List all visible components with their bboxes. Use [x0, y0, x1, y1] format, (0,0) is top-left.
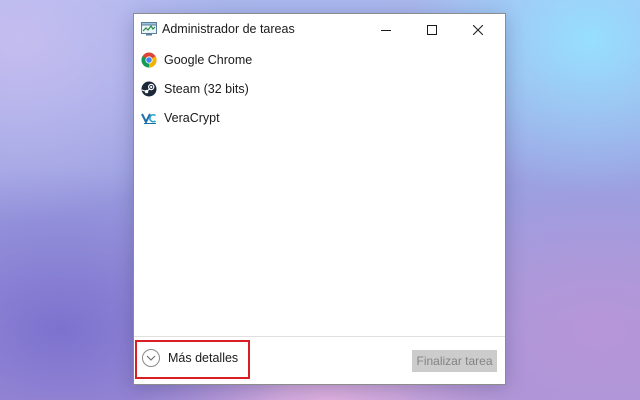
- minimize-button[interactable]: [363, 14, 409, 45]
- task-manager-window: Administrador de tareas Google Chrome St…: [133, 13, 506, 385]
- task-manager-icon: [141, 22, 157, 36]
- chrome-icon: [141, 52, 157, 68]
- desktop-background: Administrador de tareas Google Chrome St…: [0, 0, 640, 400]
- more-details-label: Más detalles: [168, 351, 239, 365]
- app-row-veracrypt[interactable]: VeraCrypt: [134, 103, 505, 132]
- minimize-icon: [381, 29, 391, 31]
- end-task-button[interactable]: Finalizar tarea: [412, 350, 497, 372]
- app-row-chrome[interactable]: Google Chrome: [134, 45, 505, 74]
- maximize-icon: [427, 24, 437, 35]
- app-label: VeraCrypt: [164, 110, 220, 125]
- window-title: Administrador de tareas: [162, 22, 295, 36]
- steam-icon: [141, 81, 157, 97]
- veracrypt-icon: [141, 110, 157, 126]
- close-button[interactable]: [455, 14, 501, 45]
- app-label: Steam (32 bits): [164, 81, 249, 96]
- maximize-button[interactable]: [409, 14, 455, 45]
- app-label: Google Chrome: [164, 52, 253, 67]
- footer-bar: Más detalles Finalizar tarea: [134, 336, 505, 384]
- app-row-steam[interactable]: Steam (32 bits): [134, 74, 505, 103]
- title-bar[interactable]: Administrador de tareas: [134, 14, 505, 45]
- chevron-down-icon: [142, 349, 160, 367]
- close-icon: [473, 24, 483, 35]
- app-list: Google Chrome Steam (32 bits) VeraCrypt: [134, 45, 505, 132]
- more-details-button[interactable]: Más detalles: [142, 349, 238, 367]
